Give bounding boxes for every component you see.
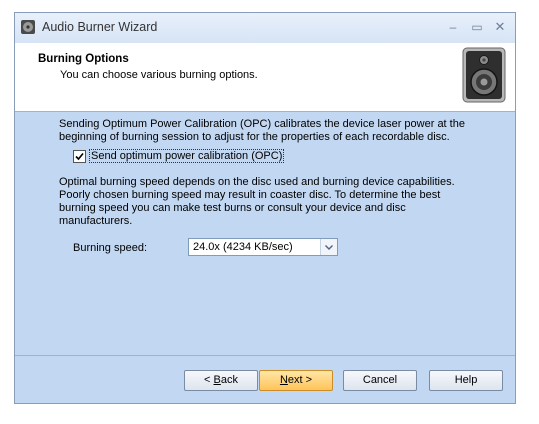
next-label-rest: ext >	[287, 374, 313, 386]
opc-checkbox[interactable]	[73, 150, 86, 163]
window-title: Audio Burner Wizard	[42, 20, 158, 34]
next-button[interactable]: Next >	[259, 370, 333, 391]
close-icon[interactable]: ✕	[492, 19, 508, 35]
back-button[interactable]: < Back	[184, 370, 258, 391]
back-prefix: <	[204, 374, 214, 386]
page-title: Burning Options	[38, 53, 129, 65]
wizard-window: Audio Burner Wizard – ▭ ✕ Burning Option…	[14, 12, 516, 404]
disc-app-icon	[21, 20, 35, 34]
back-mnemonic: B	[213, 374, 221, 386]
maximize-icon[interactable]: ▭	[469, 19, 485, 35]
page-subtitle: You can choose various burning options.	[60, 69, 258, 81]
next-mnemonic: N	[279, 374, 288, 386]
opc-checkbox-label[interactable]: Send optimum power calibration (OPC)	[89, 149, 285, 163]
title-bar[interactable]: Audio Burner Wizard – ▭ ✕	[15, 13, 515, 43]
burning-speed-select[interactable]: 24.0x (4234 KB/sec)	[188, 238, 338, 256]
opc-description: Sending Optimum Power Calibration (OPC) …	[59, 118, 465, 143]
footer-divider	[15, 355, 515, 356]
cancel-button[interactable]: Cancel	[343, 370, 417, 391]
back-label-rest: ack	[220, 374, 238, 386]
dropdown-arrow-icon[interactable]	[320, 239, 337, 255]
burning-speed-label: Burning speed:	[73, 242, 147, 254]
checkmark-icon	[75, 152, 84, 161]
burning-speed-value: 24.0x (4234 KB/sec)	[193, 241, 293, 253]
help-button[interactable]: Help	[429, 370, 503, 391]
minimize-icon[interactable]: –	[445, 19, 461, 35]
speaker-icon	[462, 47, 506, 103]
speed-description: Optimal burning speed depends on the dis…	[59, 176, 455, 227]
wizard-header: Burning Options You can choose various b…	[15, 43, 515, 112]
